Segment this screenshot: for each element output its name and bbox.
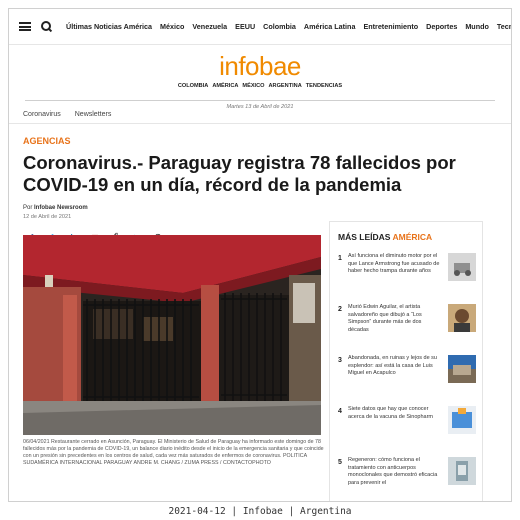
most-read-rank: 1 — [338, 255, 342, 262]
most-read-headline[interactable]: Abandonada, en ruinas y lejos de su espl… — [348, 355, 440, 378]
nav-item-tecno[interactable]: Tecno — [497, 22, 511, 31]
nav-item-ultimas-noticias[interactable]: Últimas Noticias América — [66, 22, 152, 31]
date-line: Martes 13 de Abril de 2021 — [25, 95, 495, 110]
nav-item-eeuu[interactable]: EEUU — [235, 22, 255, 31]
most-read-rank: 2 — [338, 306, 342, 313]
most-read-sidebar: MÁS LEÍDAS AMÉRICA 1 Así funciona el dim… — [329, 221, 483, 501]
edition-mexico[interactable]: MÉXICO — [242, 83, 264, 89]
current-date: Martes 13 de Abril de 2021 — [220, 104, 300, 110]
most-read-thumbnail[interactable] — [448, 406, 476, 434]
most-read-item[interactable]: 3 Abandonada, en ruinas y lejos de su es… — [338, 355, 476, 395]
most-read-thumbnail[interactable] — [448, 457, 476, 485]
edition-links: COLOMBIA AMÉRICA MÉXICO ARGENTINA TENDEN… — [9, 83, 511, 89]
most-read-headline[interactable]: Regeneron: cómo funciona el tratamiento … — [348, 457, 440, 487]
most-read-rank: 4 — [338, 408, 342, 415]
most-read-title: MÁS LEÍDAS AMÉRICA — [338, 232, 474, 242]
most-read-thumbnail[interactable] — [448, 253, 476, 281]
hamburger-menu-icon[interactable] — [19, 22, 31, 31]
article-date: 12 de Abril de 2021 — [23, 214, 72, 220]
nav-item-venezuela[interactable]: Venezuela — [192, 22, 227, 31]
author-link[interactable]: Infobae Newsroom — [34, 205, 88, 211]
most-read-thumbnail[interactable] — [448, 355, 476, 383]
subnav-newsletters[interactable]: Newsletters — [75, 111, 112, 118]
nav-item-deportes[interactable]: Deportes — [426, 22, 457, 31]
most-read-item[interactable]: 1 Así funciona el diminuto motor por el … — [338, 253, 476, 293]
masthead: infobae COLOMBIA AMÉRICA MÉXICO ARGENTIN… — [9, 45, 511, 110]
most-read-rank: 3 — [338, 357, 342, 364]
article-byline: Por Infobae Newsroom — [23, 205, 511, 211]
most-read-thumbnail[interactable] — [448, 304, 476, 332]
most-read-item[interactable]: 4 Siete datos que hay que conocer acerca… — [338, 406, 476, 446]
nav-item-america-latina[interactable]: América Latina — [304, 22, 356, 31]
subnav-coronavirus[interactable]: Coronavirus — [23, 111, 61, 118]
top-navigation: Últimas Noticias América México Venezuel… — [9, 9, 511, 45]
most-read-item[interactable]: 2 Murió Edwin Aguilar, el artista salvad… — [338, 304, 476, 344]
infobae-logo[interactable]: infobae — [9, 51, 511, 81]
article-photo[interactable] — [23, 235, 321, 435]
edition-tendencias[interactable]: TENDENCIAS — [306, 83, 342, 89]
most-read-headline[interactable]: Murió Edwin Aguilar, el artista salvador… — [348, 304, 440, 334]
edition-america[interactable]: AMÉRICA — [212, 83, 238, 89]
most-read-title-main: MÁS LEÍDAS — [338, 232, 391, 242]
most-read-title-region: AMÉRICA — [392, 232, 433, 242]
byline-prefix: Por — [23, 205, 33, 211]
browser-page: Últimas Noticias América México Venezuel… — [8, 8, 512, 502]
most-read-item[interactable]: 5 Regeneron: cómo funciona el tratamient… — [338, 457, 476, 497]
nav-item-entretenimiento[interactable]: Entretenimiento — [363, 22, 418, 31]
nav-item-mexico[interactable]: México — [160, 22, 184, 31]
nav-item-mundo[interactable]: Mundo — [465, 22, 489, 31]
photo-caption: 06/04/2021 Restaurante cerrado en Asunci… — [23, 439, 324, 466]
restaurant-photo-illustration — [23, 235, 321, 435]
most-read-headline[interactable]: Así funciona el diminuto motor por el qu… — [348, 253, 440, 276]
search-icon[interactable] — [41, 21, 52, 32]
nav-item-colombia[interactable]: Colombia — [263, 22, 296, 31]
most-read-rank: 5 — [338, 459, 342, 466]
edition-argentina[interactable]: ARGENTINA — [269, 83, 302, 89]
most-read-headline[interactable]: Siete datos que hay que conocer acerca d… — [348, 406, 440, 421]
article-headline: Coronavirus.- Paraguay registra 78 falle… — [23, 152, 456, 195]
image-footer-caption: 2021-04-12 | Infobae | Argentina — [168, 506, 352, 517]
article-section-label[interactable]: AGENCIAS — [23, 136, 511, 146]
edition-colombia[interactable]: COLOMBIA — [178, 83, 208, 89]
